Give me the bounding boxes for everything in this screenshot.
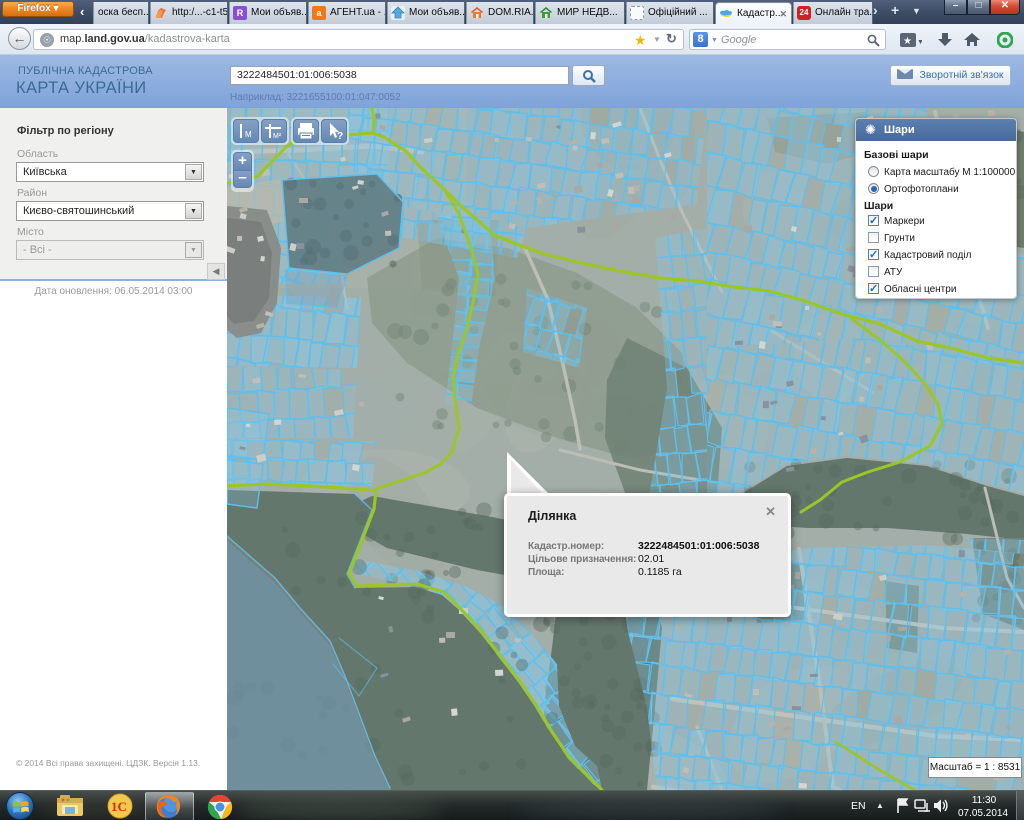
- svg-text:1С: 1С: [111, 799, 127, 814]
- svg-text:М: М: [245, 130, 252, 139]
- svg-text:?: ?: [337, 131, 343, 142]
- svg-text:М²: М²: [273, 133, 282, 140]
- svg-text:▼: ▼: [917, 39, 922, 46]
- svg-text:★: ★: [903, 36, 912, 47]
